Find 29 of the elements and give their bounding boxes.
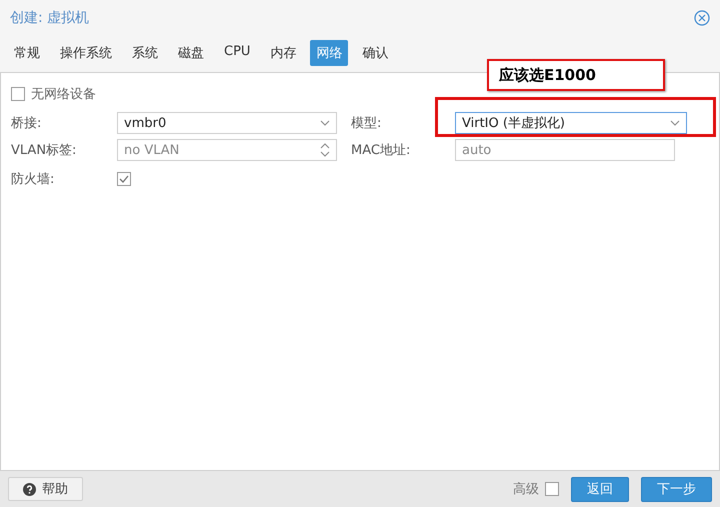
input-field[interactable]: VirtIO (半虚拟化) [455,112,687,134]
input-field[interactable]: auto [455,139,675,161]
tab[interactable]: 磁盘 [172,40,210,66]
annotation-callout: 应该选E1000 [487,59,665,91]
tab[interactable]: 操作系统 [54,40,118,66]
tab[interactable]: 系统 [126,40,164,66]
field-label: 防火墙: [11,171,56,188]
window-title: 创建: 虚拟机 [10,9,90,27]
input-field[interactable]: vmbr0 [117,112,337,134]
checkbox[interactable] [11,87,25,101]
input-field[interactable]: no VLAN [117,139,337,161]
help-button[interactable]: 帮助 [8,477,83,501]
field-label: MAC地址: [351,142,412,159]
spinner-icon[interactable] [320,142,330,158]
tab[interactable]: CPU [218,40,256,63]
tab[interactable]: 内存 [264,40,302,66]
field-label: 模型: [351,115,382,132]
tab[interactable]: 确认 [356,40,394,66]
field-label: 桥接: [11,115,42,132]
field-label: VLAN标签: [11,142,78,159]
close-icon[interactable] [694,10,710,26]
checkbox[interactable] [545,482,559,496]
help-icon [23,482,36,496]
dropdown-icon[interactable] [320,120,330,126]
checkbox[interactable] [117,172,131,186]
checkbox-label: 无网络设备 [31,86,96,103]
checkbox-label: 高级 [513,481,539,498]
tab[interactable]: 常规 [8,40,46,66]
dropdown-icon[interactable] [670,120,680,126]
